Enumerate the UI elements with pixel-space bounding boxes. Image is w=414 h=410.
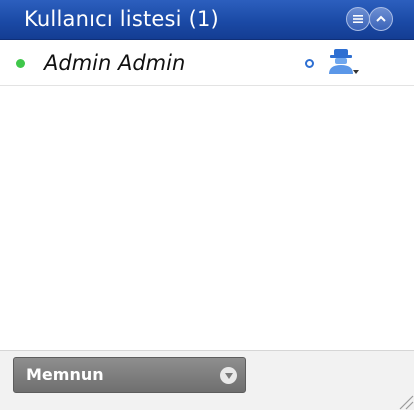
user-list-item[interactable]: Admin Admin [0, 46, 414, 86]
collapse-button[interactable] [369, 7, 393, 31]
online-status-icon [16, 59, 25, 68]
user-list-title: Kullanıcı listesi (1) [24, 7, 219, 31]
chevron-up-icon [376, 15, 386, 22]
list-menu-icon [353, 15, 363, 23]
user-name: Admin Admin [44, 51, 186, 75]
ring-icon [305, 59, 314, 68]
user-list: Admin Admin [0, 40, 414, 340]
user-list-header: Kullanıcı listesi (1) [0, 0, 414, 40]
user-moderator-icon[interactable] [324, 48, 360, 78]
status-select-value: Memnun [26, 365, 104, 384]
status-select[interactable]: Memnun [13, 357, 246, 393]
chevron-down-icon [220, 367, 237, 384]
list-menu-button[interactable] [346, 7, 370, 31]
status-footer: Memnun [0, 350, 414, 410]
resize-grip-icon[interactable] [396, 392, 414, 410]
